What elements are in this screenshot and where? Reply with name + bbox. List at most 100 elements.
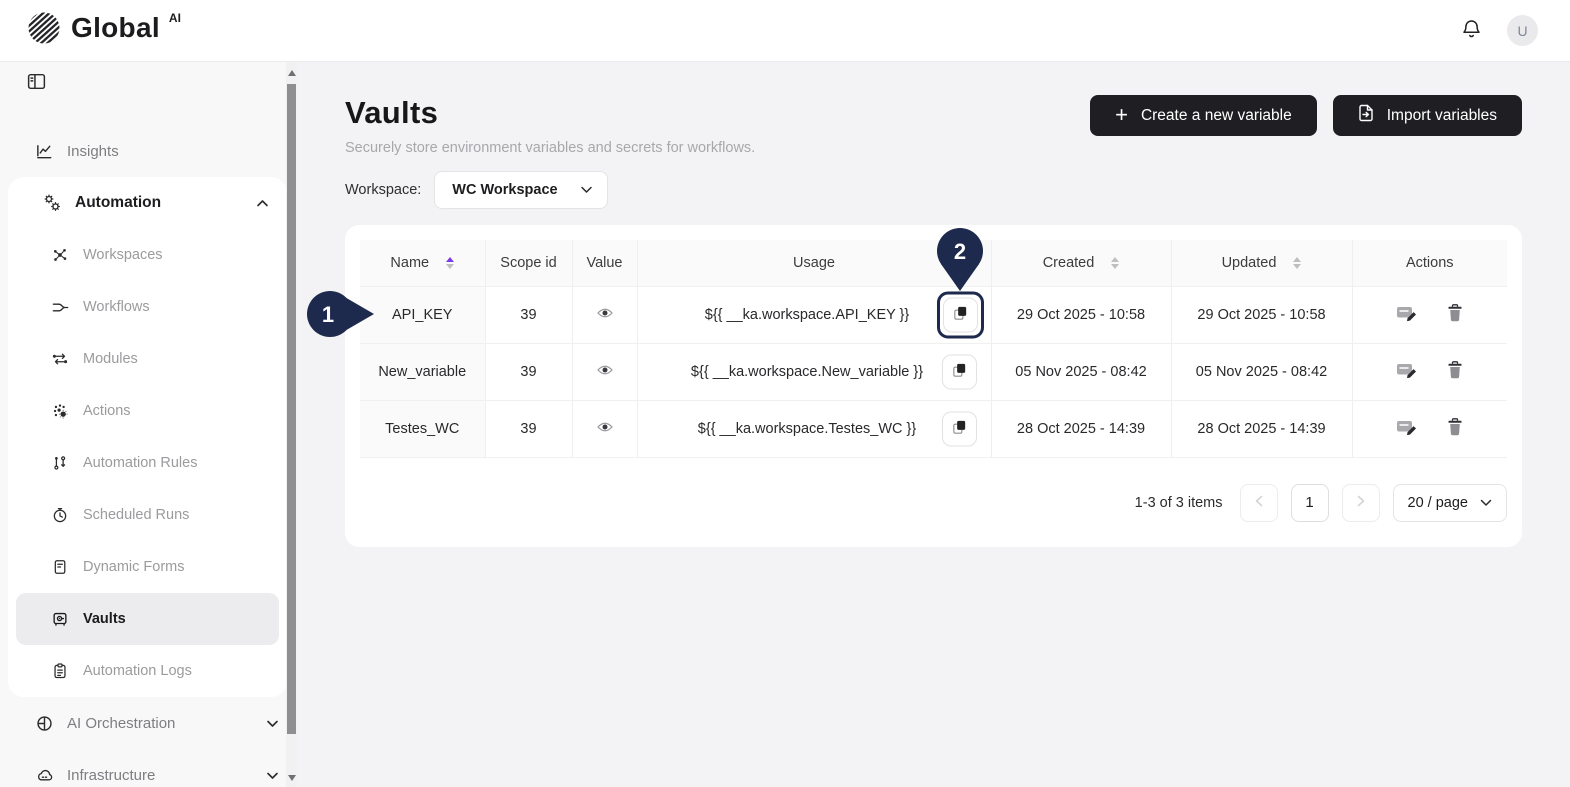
sidebar-item-actions[interactable]: Actions: [8, 385, 287, 437]
actions-icon: [50, 402, 70, 420]
page-size-select[interactable]: 20 / page: [1393, 484, 1507, 522]
edit-icon: [1396, 304, 1417, 325]
sidebar-item-modules[interactable]: Modules: [8, 333, 287, 385]
automation-rules-icon: [50, 454, 70, 472]
value-cell: [572, 286, 637, 343]
column-header-actions: Actions: [1352, 240, 1507, 286]
logo-superscript: AI: [169, 11, 181, 25]
sidebar-scrollbar[interactable]: [286, 62, 297, 787]
pagination-next-button[interactable]: [1342, 484, 1380, 522]
edit-variable-button[interactable]: [1396, 418, 1417, 439]
main-content: Vaults Securely store environment variab…: [297, 62, 1570, 787]
sidebar-item-ai-orchestration[interactable]: AI Orchestration: [0, 697, 297, 749]
sidebar-item-label: Dynamic Forms: [83, 559, 185, 575]
page-title: Vaults: [345, 95, 755, 131]
import-variables-button[interactable]: Import variables: [1333, 95, 1522, 136]
sidebar-item-workflows[interactable]: Workflows: [8, 281, 287, 333]
delete-variable-button[interactable]: [1447, 361, 1463, 382]
copy-usage-button[interactable]: [942, 411, 977, 446]
annotation-highlight-box: [937, 291, 984, 338]
edit-variable-button[interactable]: [1396, 361, 1417, 382]
chevron-left-icon: [1255, 495, 1263, 510]
sidebar-collapse-button[interactable]: [26, 71, 47, 95]
value-cell: [572, 400, 637, 457]
edit-icon: [1396, 361, 1417, 382]
scope-id-cell: 39: [485, 286, 572, 343]
create-variable-button[interactable]: + Create a new variable: [1090, 95, 1317, 136]
logo[interactable]: Global AI: [26, 10, 181, 51]
column-header-scope-id: Scope id: [485, 240, 572, 286]
chevron-right-icon: [1357, 495, 1365, 510]
sidebar-item-label: Modules: [83, 351, 138, 367]
sidebar-item-label: AI Orchestration: [67, 715, 175, 732]
infrastructure-cloud-icon: [34, 766, 54, 785]
globe-logo-icon: [26, 10, 62, 51]
name-cell: New_variable: [360, 343, 485, 400]
sidebar-item-label: Infrastructure: [67, 767, 155, 784]
annotation-marker-2: 2: [933, 226, 987, 292]
dynamic-forms-icon: [50, 558, 70, 576]
workspace-select-value: WC Workspace: [452, 182, 557, 198]
sidebar-item-label: Actions: [83, 403, 131, 419]
panel-toggle-icon: [26, 80, 47, 95]
logo-text: Global: [71, 10, 160, 46]
automation-gears-icon: [42, 193, 62, 213]
delete-variable-button[interactable]: [1447, 304, 1463, 325]
workspace-select[interactable]: WC Workspace: [434, 171, 607, 209]
copy-usage-button[interactable]: [942, 354, 977, 389]
workspace-label: Workspace:: [345, 182, 421, 198]
scrollbar-thumb[interactable]: [287, 84, 296, 734]
delete-variable-button[interactable]: [1447, 418, 1463, 439]
sidebar-item-automation-logs[interactable]: Automation Logs: [8, 645, 287, 697]
sidebar-item-label: Insights: [67, 143, 119, 160]
edit-variable-button[interactable]: [1396, 304, 1417, 325]
copy-icon: [951, 362, 968, 382]
actions-cell: [1352, 343, 1507, 400]
annotation-marker-1: 1: [301, 291, 375, 337]
scrollbar-up-arrow[interactable]: [288, 70, 296, 76]
usage-cell: ${{ __ka.workspace.API_KEY }}: [637, 286, 991, 343]
sidebar-item-dynamic-forms[interactable]: Dynamic Forms: [8, 541, 287, 593]
usage-cell: ${{ __ka.workspace.New_variable }}: [637, 343, 991, 400]
table-row: API_KEY 39 ${{ __ka.workspace.API_KEY }}: [360, 286, 1507, 343]
pagination-page-1-button[interactable]: 1: [1291, 484, 1329, 522]
ai-orchestration-icon: [34, 714, 54, 733]
avatar-initial: U: [1517, 23, 1527, 39]
notifications-button[interactable]: [1460, 18, 1483, 44]
sidebar-item-scheduled-runs[interactable]: Scheduled Runs: [8, 489, 287, 541]
sidebar-item-workspaces[interactable]: Workspaces: [8, 229, 287, 281]
reveal-value-button[interactable]: [597, 307, 613, 322]
chevron-up-icon: [256, 199, 269, 208]
updated-cell: 29 Oct 2025 - 10:58: [1171, 286, 1352, 343]
scope-id-cell: 39: [485, 400, 572, 457]
copy-usage-button[interactable]: [943, 297, 978, 332]
column-header-value: Value: [572, 240, 637, 286]
user-avatar[interactable]: U: [1507, 15, 1538, 46]
scrollbar-down-arrow[interactable]: [288, 775, 296, 781]
modules-icon: [50, 350, 70, 368]
scope-id-cell: 39: [485, 343, 572, 400]
sidebar-item-label: Automation Rules: [83, 455, 197, 471]
sidebar-item-automation-rules[interactable]: Automation Rules: [8, 437, 287, 489]
sort-carets-icon: [446, 257, 454, 270]
sidebar-item-vaults[interactable]: Vaults: [16, 593, 279, 645]
sort-carets-icon: [1111, 257, 1119, 270]
column-header-updated[interactable]: Updated: [1171, 240, 1352, 286]
usage-cell: ${{ __ka.workspace.Testes_WC }}: [637, 400, 991, 457]
sidebar-item-infrastructure[interactable]: Infrastructure: [0, 749, 297, 787]
reveal-value-button[interactable]: [597, 421, 613, 436]
plus-icon: +: [1115, 104, 1128, 126]
sidebar-item-automation[interactable]: Automation: [8, 177, 287, 229]
vault-safe-icon: [50, 610, 70, 628]
vaults-table: Name Scope id Value Usage Created: [360, 240, 1507, 458]
column-header-created[interactable]: Created: [991, 240, 1171, 286]
bell-icon: [1460, 18, 1483, 44]
reveal-value-button[interactable]: [597, 364, 613, 379]
sidebar-item-insights[interactable]: Insights: [0, 125, 297, 177]
column-header-name[interactable]: Name: [360, 240, 485, 286]
workflows-icon: [50, 298, 70, 317]
pagination-prev-button[interactable]: [1240, 484, 1278, 522]
table-row: Testes_WC 39 ${{ __ka.workspace.Testes_W…: [360, 400, 1507, 457]
sort-carets-icon: [1293, 257, 1301, 270]
value-cell: [572, 343, 637, 400]
